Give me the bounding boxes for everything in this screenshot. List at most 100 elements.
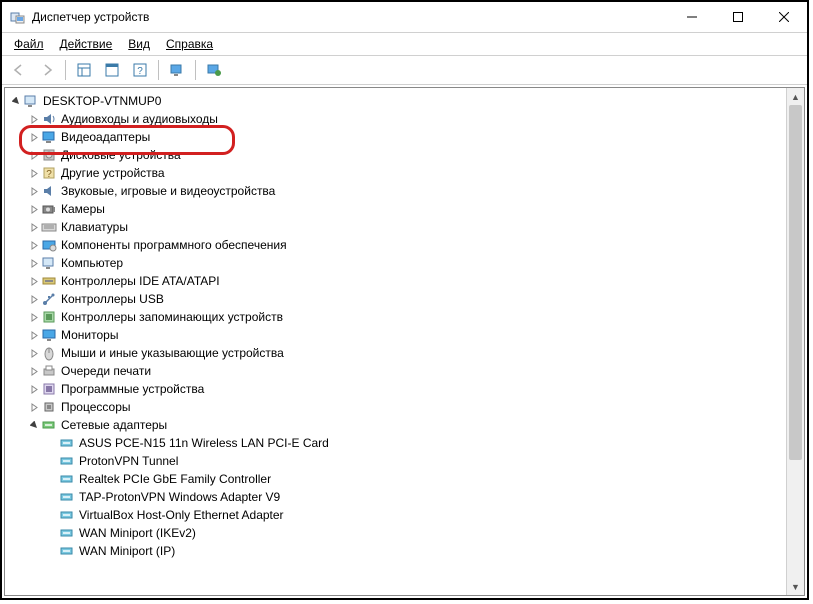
tree-device[interactable]: VirtualBox Host-Only Ethernet Adapter <box>7 506 802 524</box>
expand-icon[interactable] <box>27 349 41 358</box>
tree-category[interactable]: Клавиатуры <box>7 218 802 236</box>
tree-node-label: WAN Miniport (IKEv2) <box>79 526 196 540</box>
tree-node-label: Компьютер <box>61 256 123 270</box>
tree-root[interactable]: DESKTOP-VTNMUP0 <box>7 92 802 110</box>
ide-icon <box>41 273 57 289</box>
tree-device[interactable]: Realtek PCIe GbE Family Controller <box>7 470 802 488</box>
tree-device[interactable]: WAN Miniport (IP) <box>7 542 802 560</box>
expand-icon[interactable] <box>27 367 41 376</box>
show-hidden-button[interactable] <box>71 57 97 83</box>
network-icon <box>41 417 57 433</box>
tree-node-label: Программные устройства <box>61 382 204 396</box>
expand-icon[interactable] <box>27 277 41 286</box>
tree-category[interactable]: Камеры <box>7 200 802 218</box>
vertical-scrollbar[interactable]: ▲ ▼ <box>786 88 804 595</box>
monitor-icon <box>41 327 57 343</box>
software-icon <box>41 237 57 253</box>
update-button[interactable] <box>201 57 227 83</box>
expand-icon[interactable] <box>27 403 41 412</box>
window-title: Диспетчер устройств <box>32 10 669 24</box>
menu-file[interactable]: Файл <box>6 35 52 53</box>
display-icon <box>41 129 57 145</box>
expand-icon[interactable] <box>27 259 41 268</box>
properties-button[interactable] <box>99 57 125 83</box>
tree-category[interactable]: Компоненты программного обеспечения <box>7 236 802 254</box>
device-tree[interactable]: DESKTOP-VTNMUP0Аудиовходы и аудиовыходы В… <box>5 88 804 595</box>
expand-icon[interactable] <box>27 205 41 214</box>
menu-view[interactable]: Вид <box>120 35 158 53</box>
tree-node-label: Сетевые адаптеры <box>61 418 167 432</box>
expand-icon[interactable] <box>27 151 41 160</box>
tree-node-label: Видеоадаптеры <box>61 130 150 144</box>
tree-device[interactable]: ProtonVPN Tunnel <box>7 452 802 470</box>
tree-node-label: Контроллеры USB <box>61 292 164 306</box>
expand-icon[interactable] <box>27 385 41 394</box>
expand-icon[interactable] <box>27 223 41 232</box>
tree-category[interactable]: Видеоадаптеры <box>7 128 802 146</box>
tree-category[interactable]: Компьютер <box>7 254 802 272</box>
collapse-icon[interactable] <box>27 421 41 430</box>
collapse-icon[interactable] <box>9 97 23 106</box>
expand-icon[interactable] <box>27 133 41 142</box>
back-button[interactable] <box>6 57 32 83</box>
toolbar: ? <box>2 56 807 85</box>
tree-device[interactable]: TAP-ProtonVPN Windows Adapter V9 <box>7 488 802 506</box>
tree-category[interactable]: Сетевые адаптеры <box>7 416 802 434</box>
expand-icon[interactable] <box>27 313 41 322</box>
tree-category[interactable]: Контроллеры запоминающих устройств <box>7 308 802 326</box>
storage-icon <box>41 309 57 325</box>
scroll-track[interactable] <box>787 105 804 578</box>
tree-node-label: Мониторы <box>61 328 118 342</box>
sound-icon <box>41 183 57 199</box>
scroll-down-button[interactable]: ▼ <box>787 578 804 595</box>
forward-button[interactable] <box>34 57 60 83</box>
audio-icon <box>41 111 57 127</box>
tree-category[interactable]: Звуковые, игровые и видеоустройства <box>7 182 802 200</box>
tree-category[interactable]: Программные устройства <box>7 380 802 398</box>
tree-category[interactable]: Дисковые устройства <box>7 146 802 164</box>
netchild-icon <box>59 435 75 451</box>
tree-node-label: Дисковые устройства <box>61 148 181 162</box>
menu-help[interactable]: Справка <box>158 35 221 53</box>
separator <box>65 60 66 80</box>
expand-icon[interactable] <box>27 331 41 340</box>
expand-icon[interactable] <box>27 169 41 178</box>
expand-icon[interactable] <box>27 115 41 124</box>
maximize-button[interactable] <box>715 2 761 32</box>
computer-icon <box>41 255 57 271</box>
menu-action[interactable]: Действие <box>52 35 121 53</box>
tree-node-label: VirtualBox Host-Only Ethernet Adapter <box>79 508 284 522</box>
scroll-thumb[interactable] <box>789 105 802 460</box>
app-icon <box>10 9 26 25</box>
expand-icon[interactable] <box>27 295 41 304</box>
tree-node-label: Клавиатуры <box>61 220 128 234</box>
tree-category[interactable]: Мониторы <box>7 326 802 344</box>
minimize-button[interactable] <box>669 2 715 32</box>
cpu-icon <box>41 399 57 415</box>
scroll-up-button[interactable]: ▲ <box>787 88 804 105</box>
computer-icon <box>23 93 39 109</box>
tree-node-label: WAN Miniport (IP) <box>79 544 175 558</box>
expand-icon[interactable] <box>27 187 41 196</box>
tree-category[interactable]: Аудиовходы и аудиовыходы <box>7 110 802 128</box>
close-button[interactable] <box>761 2 807 32</box>
tree-category[interactable]: Процессоры <box>7 398 802 416</box>
tree-device[interactable]: ASUS PCE-N15 11n Wireless LAN PCI-E Card <box>7 434 802 452</box>
other-icon: ? <box>41 165 57 181</box>
netchild-icon <box>59 507 75 523</box>
tree-node-label: Звуковые, игровые и видеоустройства <box>61 184 275 198</box>
help-button[interactable]: ? <box>127 57 153 83</box>
usb-icon <box>41 291 57 307</box>
tree-category[interactable]: Контроллеры IDE ATA/ATAPI <box>7 272 802 290</box>
svg-text:?: ? <box>137 66 143 77</box>
tree-category[interactable]: Очереди печати <box>7 362 802 380</box>
tree-device[interactable]: WAN Miniport (IKEv2) <box>7 524 802 542</box>
scan-button[interactable] <box>164 57 190 83</box>
separator <box>158 60 159 80</box>
tree-category[interactable]: ?Другие устройства <box>7 164 802 182</box>
netchild-icon <box>59 471 75 487</box>
expand-icon[interactable] <box>27 241 41 250</box>
tree-category[interactable]: Мыши и иные указывающие устройства <box>7 344 802 362</box>
tree-category[interactable]: Контроллеры USB <box>7 290 802 308</box>
netchild-icon <box>59 453 75 469</box>
